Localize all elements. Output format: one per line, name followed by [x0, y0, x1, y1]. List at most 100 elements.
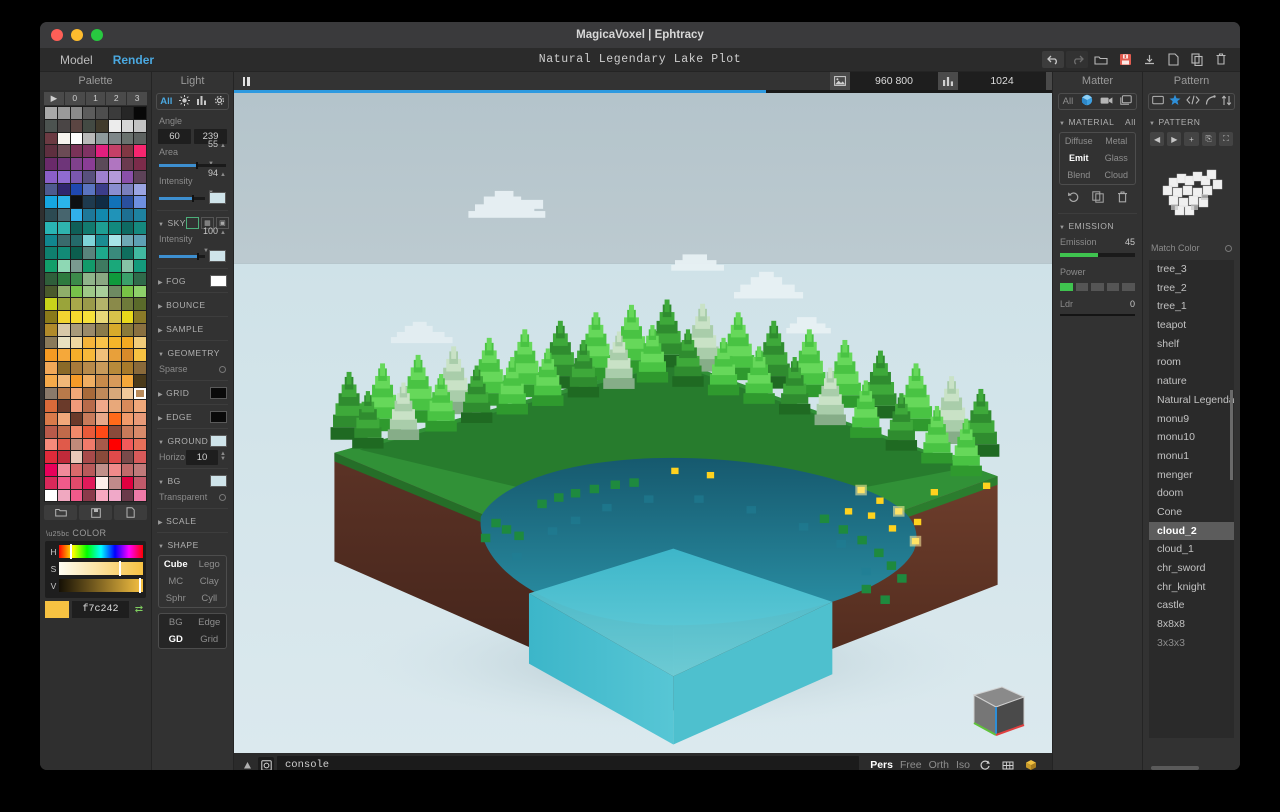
shape-mc[interactable]: MC	[159, 573, 193, 590]
palette-swatch[interactable]	[121, 413, 134, 425]
shape-cube[interactable]: Cube	[159, 556, 193, 573]
histogram-icon[interactable]	[196, 95, 207, 108]
palette-swatch[interactable]	[57, 413, 70, 425]
palette-swatch[interactable]	[134, 145, 146, 157]
palette-swatch[interactable]	[57, 298, 70, 310]
palette-swatch[interactable]	[134, 170, 146, 183]
palette-swatch[interactable]	[121, 349, 134, 361]
pattern-list-item[interactable]: nature	[1149, 372, 1234, 391]
palette-swatch[interactable]	[108, 438, 121, 451]
palette-swatch[interactable]	[83, 362, 95, 374]
palette-swatch[interactable]	[121, 400, 134, 412]
palette-swatch[interactable]	[121, 374, 134, 387]
palette-swatch[interactable]	[96, 234, 108, 247]
palette-swatch[interactable]	[108, 464, 121, 476]
palette-swatch[interactable]	[108, 196, 121, 208]
palette-swatch[interactable]	[57, 119, 70, 132]
palette-swatch[interactable]	[45, 489, 57, 502]
palette-swatch[interactable]	[108, 374, 121, 387]
prev-button[interactable]: ◀	[1150, 132, 1165, 146]
shape-bg[interactable]: BG	[159, 614, 193, 631]
camera-snapshot-icon[interactable]	[258, 757, 274, 770]
fog-section-header[interactable]: ▶ FOG	[152, 272, 233, 289]
current-color-swatch[interactable]	[45, 601, 69, 619]
material-emit[interactable]: Emit	[1060, 150, 1098, 167]
palette-swatch[interactable]	[57, 285, 70, 298]
palette-swatch[interactable]	[83, 209, 95, 221]
ground-section-header[interactable]: ▼ GROUND	[152, 432, 233, 449]
curve-icon[interactable]	[1205, 94, 1216, 109]
power-seg-3[interactable]	[1091, 283, 1104, 291]
shape-clay[interactable]: Clay	[193, 573, 227, 590]
palette-tab-0[interactable]: 0	[64, 92, 85, 105]
maximize-button[interactable]	[91, 29, 103, 41]
palette-swatch[interactable]	[70, 234, 83, 247]
pattern-list-item[interactable]: Natural Legendary L	[1149, 391, 1234, 410]
palette-swatch[interactable]	[70, 285, 83, 298]
palette-swatch[interactable]	[96, 311, 108, 323]
palette-swatch[interactable]	[108, 132, 121, 145]
palette-swatch[interactable]	[96, 336, 108, 349]
palette-swatch[interactable]	[70, 323, 83, 336]
delete-icon[interactable]	[1210, 51, 1232, 68]
palette-swatch[interactable]	[121, 247, 134, 259]
palette-swatch[interactable]	[45, 272, 57, 285]
palette-swatch[interactable]	[45, 196, 57, 208]
palette-swatch[interactable]	[121, 183, 134, 196]
palette-swatch[interactable]	[45, 132, 57, 145]
palette-swatch[interactable]	[57, 349, 70, 361]
pattern-list-item[interactable]: 8x8x8	[1149, 615, 1234, 634]
palette-swatch[interactable]	[108, 221, 121, 234]
undo-icon[interactable]	[1042, 51, 1064, 68]
palette-swatch[interactable]	[96, 107, 108, 119]
palette-swatch[interactable]	[134, 272, 146, 285]
sun-intensity-slider[interactable]	[159, 194, 205, 202]
resolution-input[interactable]: 960 800	[850, 72, 938, 90]
palette-swatch[interactable]	[45, 158, 57, 170]
console-input[interactable]: console	[277, 756, 860, 770]
palette-swatch[interactable]	[45, 260, 57, 272]
palette-swatch[interactable]	[121, 438, 134, 451]
bg-color-swatch[interactable]	[210, 474, 227, 487]
palette-swatch[interactable]	[83, 285, 95, 298]
camera-icon[interactable]	[1100, 96, 1113, 108]
palette-swatch[interactable]	[121, 260, 134, 272]
grid-view-icon[interactable]	[1000, 757, 1016, 770]
render-viewport[interactable]	[234, 93, 1052, 753]
palette-swatch[interactable]	[83, 400, 95, 412]
power-seg-2[interactable]	[1075, 283, 1089, 291]
palette-swatch[interactable]	[108, 247, 121, 259]
pause-button[interactable]	[234, 76, 258, 86]
palette-swatch[interactable]	[57, 489, 70, 502]
projection-free[interactable]: Free	[900, 759, 922, 770]
palette-swatch[interactable]	[57, 323, 70, 336]
palette-swatch[interactable]	[70, 464, 83, 476]
palette-swatch[interactable]	[121, 272, 134, 285]
palette-swatch[interactable]	[83, 387, 95, 400]
palette-swatch[interactable]	[70, 413, 83, 425]
horizo-input[interactable]: 10	[186, 449, 219, 465]
palette-swatch[interactable]	[70, 425, 83, 438]
palette-swatch[interactable]	[45, 145, 57, 157]
palette-swatch[interactable]	[134, 451, 146, 463]
material-section-header[interactable]: ▼ MATERIAL All	[1053, 113, 1142, 130]
palette-swatch[interactable]	[83, 489, 95, 502]
palette-swatch[interactable]	[70, 183, 83, 196]
palette-swatch[interactable]	[134, 247, 146, 259]
emission-section-header[interactable]: ▼ EMISSION	[1053, 217, 1142, 234]
pattern-section-header[interactable]: ▼ PATTERN	[1143, 113, 1240, 130]
sort-icon[interactable]	[1221, 94, 1232, 109]
palette-swatch[interactable]	[134, 349, 146, 361]
palette-swatch[interactable]	[121, 285, 134, 298]
palette-swatch[interactable]	[96, 196, 108, 208]
palette-swatch[interactable]	[121, 311, 134, 323]
palette-swatch[interactable]	[70, 119, 83, 132]
palette-tab-1[interactable]: 1	[85, 92, 106, 105]
pattern-list-item[interactable]: menger	[1149, 466, 1234, 485]
palette-swatch[interactable]	[108, 107, 121, 119]
palette-swatch[interactable]	[134, 234, 146, 247]
palette-swatch[interactable]	[134, 323, 146, 336]
match-color-toggle[interactable]	[1225, 244, 1232, 252]
palette-swatch[interactable]	[45, 323, 57, 336]
palette-swatch[interactable]	[83, 272, 95, 285]
